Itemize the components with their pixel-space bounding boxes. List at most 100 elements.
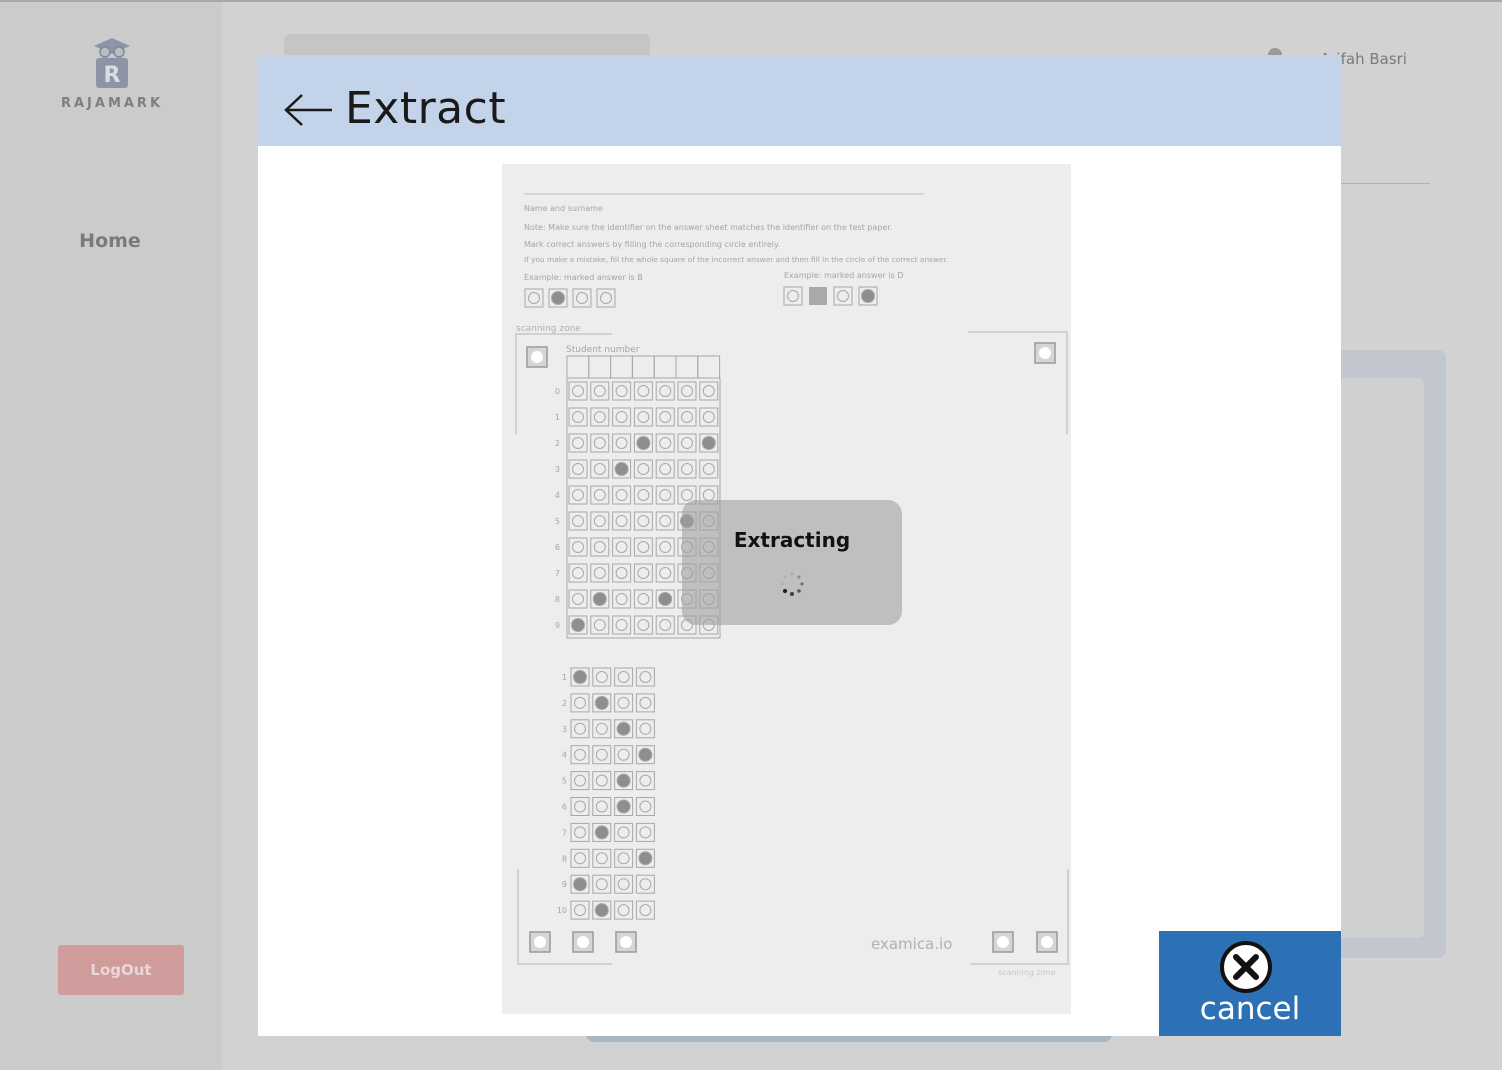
student-number-bubble xyxy=(572,567,584,579)
student-number-bubble xyxy=(702,385,715,397)
answer-bubble xyxy=(639,800,652,813)
modal-header: Extract xyxy=(258,55,1341,146)
example-1-bubble xyxy=(600,292,612,304)
answer-bubble-box xyxy=(635,771,655,791)
student-number-bubble xyxy=(593,411,606,423)
example-2-bubble xyxy=(837,290,849,302)
answer-bubble-box xyxy=(614,848,634,868)
student-number-bubble xyxy=(572,489,584,501)
answer-bubble xyxy=(573,670,587,684)
student-number-bubble xyxy=(593,437,606,449)
student-number-bubble xyxy=(681,463,693,475)
student-number-bubble xyxy=(637,593,650,605)
answer-bubble xyxy=(616,799,631,814)
student-number-bubble-box xyxy=(590,537,610,557)
student-number-label: Student number xyxy=(566,345,640,355)
question-label: 9 xyxy=(562,880,567,889)
question-label: 10 xyxy=(557,906,567,915)
student-number-bubble-box xyxy=(633,407,653,427)
corner-marker-dot xyxy=(1041,936,1053,948)
student-number-bubble xyxy=(681,385,693,397)
logout-button[interactable]: LogOut xyxy=(58,945,184,995)
student-number-bubble xyxy=(702,411,715,423)
student-number-bubble xyxy=(659,411,672,423)
digit-label: 2 xyxy=(555,439,560,448)
corner-marker-dot xyxy=(531,351,543,363)
example-2-crossed-box xyxy=(809,287,827,305)
answer-bubble-box xyxy=(614,745,634,765)
student-number-bubble-box xyxy=(612,381,632,401)
owl-logo-icon: R xyxy=(94,38,130,88)
answer-bubble xyxy=(594,825,609,840)
student-number-bubble xyxy=(637,567,650,579)
student-number-bubble-box xyxy=(568,563,588,583)
cancel-button[interactable]: cancel xyxy=(1159,931,1341,1036)
student-number-bubble-box xyxy=(612,563,632,583)
answer-bubble-box xyxy=(635,667,655,687)
question-label: 3 xyxy=(562,725,567,734)
answer-bubble-box xyxy=(570,745,590,765)
student-number-bubble-box xyxy=(612,511,632,531)
extracting-status-label: Extracting xyxy=(733,528,851,552)
example-1: Example: marked answer is B xyxy=(524,273,643,282)
answer-bubble xyxy=(595,774,608,787)
answer-bubble-box xyxy=(592,797,612,816)
example-2-bubble xyxy=(787,290,799,302)
student-number-bubble xyxy=(637,515,650,527)
close-circle-icon xyxy=(1220,941,1272,993)
student-number-bubble-box xyxy=(699,407,719,427)
answer-bubble-box xyxy=(614,667,634,687)
sidebar-item-home[interactable]: Home xyxy=(50,230,170,252)
student-number-bubble xyxy=(681,489,693,501)
student-number-bubble xyxy=(615,541,628,553)
student-number-bubble-box xyxy=(655,563,675,583)
answer-bubble-box xyxy=(570,693,590,713)
answer-bubble-box xyxy=(635,719,655,739)
answer-bubble xyxy=(639,774,652,787)
student-number-bubble-box xyxy=(568,381,588,401)
question-label: 1 xyxy=(562,673,567,682)
student-number-bubble-box xyxy=(568,511,588,531)
note-3: If you make a mistake, fill the whole sq… xyxy=(524,255,948,264)
student-number-bubble-box xyxy=(612,433,632,453)
answer-bubble xyxy=(639,878,652,891)
student-number-bubble xyxy=(593,515,606,527)
student-number-box xyxy=(566,355,590,379)
student-number-bubble xyxy=(615,515,628,527)
digit-label: 8 xyxy=(555,595,560,604)
example-1-bubble-box xyxy=(524,288,544,308)
answer-bubble xyxy=(617,748,630,761)
student-number-bubble xyxy=(593,463,606,475)
student-number-bubble-box xyxy=(655,407,675,427)
student-number-bubble-box xyxy=(612,407,632,427)
digit-label: 9 xyxy=(555,621,560,630)
student-number-bubble xyxy=(593,489,606,501)
answer-bubble-box xyxy=(570,771,590,791)
question-label: 7 xyxy=(562,828,567,837)
student-number-bubble-box xyxy=(633,589,653,609)
student-number-bubble-box xyxy=(699,381,719,401)
student-number-bubble-box xyxy=(568,485,588,505)
answer-bubble xyxy=(574,774,586,787)
back-arrow-icon[interactable] xyxy=(284,93,334,127)
digit-label: 0 xyxy=(555,387,560,396)
modal-title: Extract xyxy=(345,83,507,134)
question-label: 5 xyxy=(562,777,567,786)
answer-bubble xyxy=(617,878,630,891)
example-1-bubble-box xyxy=(596,288,616,308)
answer-bubble-box xyxy=(592,745,612,765)
student-number-bubble xyxy=(592,592,607,606)
student-number-box xyxy=(653,355,677,379)
student-number-bubble-box xyxy=(568,407,588,427)
answer-bubble xyxy=(616,721,631,736)
answer-bubble xyxy=(595,852,608,865)
student-number-bubble-box xyxy=(655,615,675,635)
answer-bubble xyxy=(574,904,586,917)
answer-bubble xyxy=(594,903,609,918)
corner-marker-dot xyxy=(620,936,632,948)
student-number-bubble-box xyxy=(633,459,653,479)
example-2: Example: marked answer is D xyxy=(784,271,903,280)
example-2-bubble xyxy=(861,289,875,303)
answer-bubble xyxy=(617,696,630,709)
answer-bubble-box xyxy=(614,693,634,713)
